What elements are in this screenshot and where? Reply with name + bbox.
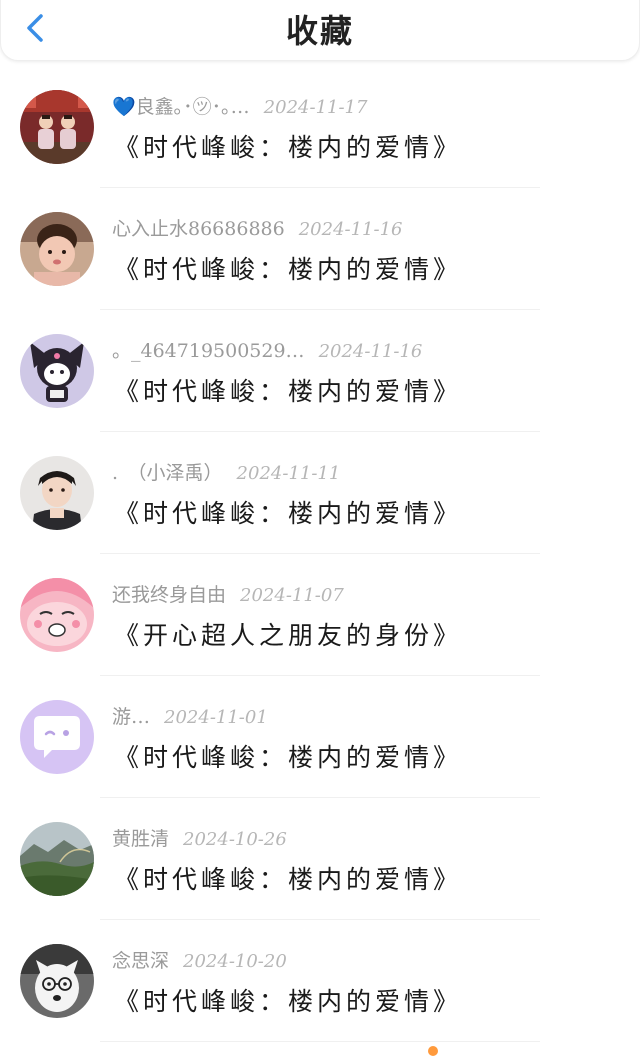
user-name[interactable]: . （小泽禹） (112, 462, 223, 484)
chat-bubble-avatar (20, 700, 94, 774)
favorites-list: 💙良鑫｡･㋡･｡… 2024-11-17 《时代峰峻：楼内的爱情》 心入止水866… (0, 66, 640, 1042)
dog-with-glasses-avatar (20, 944, 94, 1018)
user-name[interactable]: 心入止水86686886 (112, 218, 285, 240)
chevron-left-icon (27, 14, 43, 42)
avatar[interactable] (20, 578, 94, 652)
item-date: 2024-11-17 (263, 97, 368, 118)
item-date: 2024-10-20 (183, 951, 287, 972)
kuromi-avatar (20, 334, 94, 408)
item-meta: 。_464719500529… 2024-11-16 (112, 336, 422, 363)
top-bar: 收藏 (0, 0, 640, 61)
item-date: 2024-10-26 (183, 829, 287, 850)
item-date: 2024-11-07 (240, 585, 344, 606)
pink-cartoon-avatar (20, 578, 94, 652)
user-name[interactable]: 黄胜清 (112, 828, 169, 850)
item-meta: 还我终身自由 2024-11-07 (112, 580, 344, 607)
avatar[interactable] (20, 90, 94, 164)
item-title[interactable]: 《时代峰峻：楼内的爱情》 (114, 250, 462, 286)
list-item[interactable]: . （小泽禹） 2024-11-11 《时代峰峻：楼内的爱情》 (0, 432, 640, 554)
list-item[interactable]: 。_464719500529… 2024-11-16 《时代峰峻：楼内的爱情》 (0, 310, 640, 432)
avatar[interactable] (20, 456, 94, 530)
avatar[interactable] (20, 334, 94, 408)
user-name[interactable]: 游… (112, 706, 150, 728)
photo-baby-avatar (20, 212, 94, 286)
avatar[interactable] (20, 822, 94, 896)
item-meta: 念思深 2024-10-20 (112, 946, 287, 973)
user-name[interactable]: 念思深 (112, 950, 169, 972)
item-title[interactable]: 《开心超人之朋友的身份》 (114, 616, 462, 652)
item-date: 2024-11-11 (236, 463, 341, 484)
item-meta: 心入止水86686886 2024-11-16 (112, 214, 403, 241)
avatar[interactable] (20, 944, 94, 1018)
item-date: 2024-11-16 (318, 341, 423, 362)
partial-next-avatar (428, 1046, 438, 1056)
item-title[interactable]: 《时代峰峻：楼内的爱情》 (114, 860, 462, 896)
landscape-avatar (20, 822, 94, 896)
item-meta: . （小泽禹） 2024-11-11 (112, 458, 340, 485)
list-item[interactable]: 黄胜清 2024-10-26 《时代峰峻：楼内的爱情》 (0, 798, 640, 920)
user-name[interactable]: 。_464719500529… (112, 340, 305, 362)
back-button[interactable] (19, 10, 55, 46)
item-title[interactable]: 《时代峰峻：楼内的爱情》 (114, 128, 462, 164)
photo-boy-avatar (20, 456, 94, 530)
avatar[interactable] (20, 212, 94, 286)
item-title[interactable]: 《时代峰峻：楼内的爱情》 (114, 372, 462, 408)
photo-two-kids-avatar (20, 90, 94, 164)
item-date: 2024-11-16 (298, 219, 403, 240)
item-title[interactable]: 《时代峰峻：楼内的爱情》 (114, 494, 462, 530)
page-title: 收藏 (285, 12, 354, 50)
list-item[interactable]: 💙良鑫｡･㋡･｡… 2024-11-17 《时代峰峻：楼内的爱情》 (0, 66, 640, 188)
list-item[interactable]: 还我终身自由 2024-11-07 《开心超人之朋友的身份》 (0, 554, 640, 676)
user-name[interactable]: 还我终身自由 (112, 584, 226, 606)
item-meta: 游… 2024-11-01 (112, 702, 268, 729)
item-meta: 💙良鑫｡･㋡･｡… 2024-11-17 (112, 92, 367, 119)
item-date: 2024-11-01 (164, 707, 268, 728)
avatar[interactable] (20, 700, 94, 774)
user-name[interactable]: 💙良鑫｡･㋡･｡… (112, 96, 250, 118)
item-title[interactable]: 《时代峰峻：楼内的爱情》 (114, 738, 462, 774)
list-item[interactable]: 念思深 2024-10-20 《时代峰峻：楼内的爱情》 (0, 920, 640, 1042)
item-title[interactable]: 《时代峰峻：楼内的爱情》 (114, 982, 462, 1018)
list-item[interactable]: 心入止水86686886 2024-11-16 《时代峰峻：楼内的爱情》 (0, 188, 640, 310)
item-meta: 黄胜清 2024-10-26 (112, 824, 287, 851)
list-item[interactable]: 游… 2024-11-01 《时代峰峻：楼内的爱情》 (0, 676, 640, 798)
